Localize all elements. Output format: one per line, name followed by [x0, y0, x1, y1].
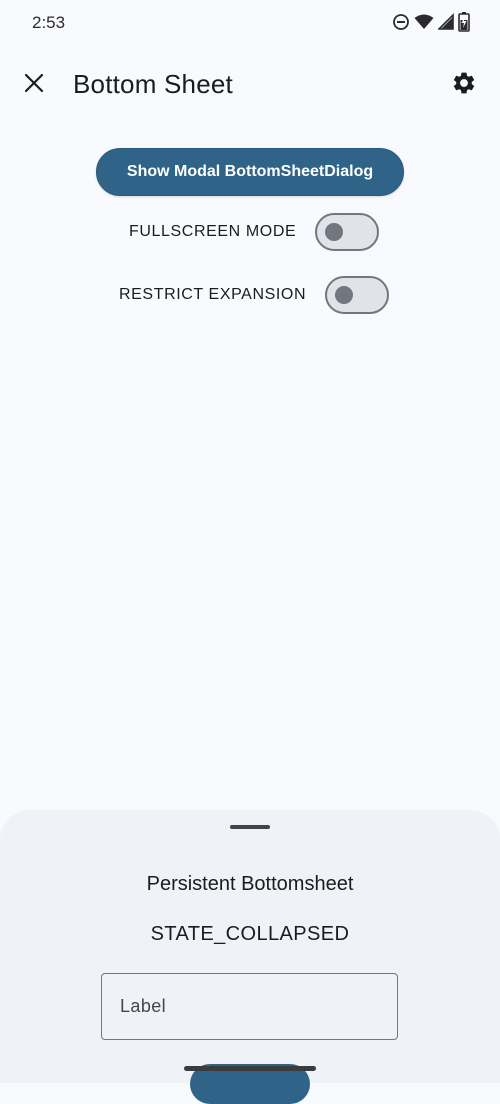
battery-charging-icon — [458, 12, 470, 32]
status-bar: 2:53 — [0, 0, 500, 46]
page-title: Bottom Sheet — [73, 69, 233, 99]
fullscreen-mode-row: FULLSCREEN MODE — [129, 213, 380, 251]
status-icons — [392, 12, 470, 32]
bottom-sheet-state: STATE_COLLAPSED — [150, 923, 350, 945]
close-icon — [24, 73, 44, 98]
switch-thumb — [325, 223, 344, 241]
do-not-disturb-icon — [392, 13, 410, 31]
gesture-nav-handle[interactable] — [184, 1066, 316, 1071]
wifi-icon — [414, 13, 434, 31]
close-button[interactable] — [14, 65, 54, 105]
drag-handle[interactable] — [230, 825, 270, 829]
fullscreen-mode-label: FULLSCREEN MODE — [129, 223, 297, 240]
settings-button[interactable] — [444, 65, 484, 105]
gear-icon — [451, 70, 477, 101]
label-text-field[interactable]: Label — [101, 973, 398, 1040]
cell-signal-icon — [438, 13, 454, 31]
top-app-bar: Bottom Sheet — [0, 56, 500, 116]
persistent-bottom-sheet: Persistent Bottomsheet STATE_COLLAPSED L… — [0, 810, 500, 1104]
restrict-expansion-row: RESTRICT EXPANSION — [119, 276, 390, 314]
switch-thumb — [335, 286, 354, 304]
show-modal-bottom-sheet-button[interactable]: Show Modal BottomSheetDialog — [96, 148, 404, 196]
text-field-placeholder: Label — [120, 996, 167, 1016]
restrict-expansion-label: RESTRICT EXPANSION — [119, 286, 307, 303]
bottom-sheet-title: Persistent Bottomsheet — [146, 873, 354, 895]
restrict-expansion-switch[interactable] — [325, 276, 390, 314]
fullscreen-mode-switch[interactable] — [315, 213, 380, 251]
status-time: 2:53 — [32, 13, 66, 32]
